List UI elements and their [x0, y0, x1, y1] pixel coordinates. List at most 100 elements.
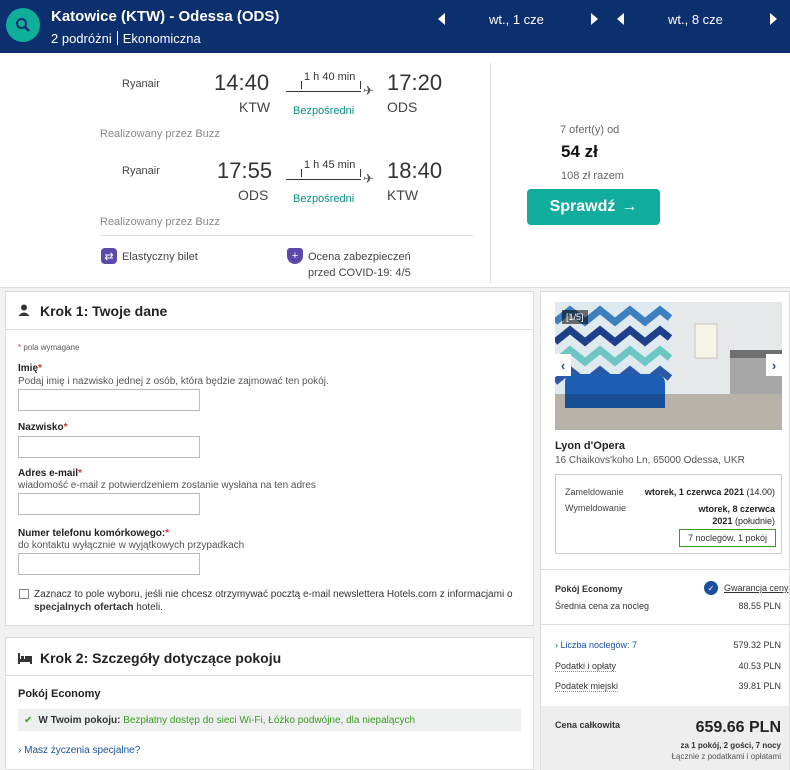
prev-photo-button[interactable]: ‹ — [555, 354, 571, 376]
check-offer-label: Sprawdź — [549, 198, 616, 215]
arrow-right-icon: → — [621, 198, 638, 215]
surname-label: Nazwisko* — [18, 422, 68, 433]
flexible-ticket: Elastyczny bilet — [122, 251, 198, 263]
price-total: 108 zł razem — [561, 170, 624, 182]
operated-by: Realizowany przez Buzz — [100, 216, 220, 228]
next-departure-date-icon[interactable] — [591, 13, 598, 25]
first-name-input[interactable] — [18, 389, 200, 411]
prev-departure-date-icon[interactable] — [438, 13, 445, 25]
required-note: * pola wymagane — [18, 343, 80, 352]
departure-airport: ODS — [238, 187, 269, 203]
taxes-label[interactable]: Podatki i opłaty — [555, 661, 617, 672]
hotel-address: 16 Chaikovs'koho Ln, 65000 Odessa, UKR — [555, 455, 745, 466]
avg-price-value: 88.55 PLN — [738, 601, 781, 611]
covid-rating-line1: Ocena zabezpieczeń — [308, 251, 411, 263]
booking-summary-panel: [1/5] ‹ › Lyon d'Opera 16 Chaikovs'koho … — [540, 291, 790, 770]
plane-icon: ✈ — [363, 171, 374, 186]
check-offer-button[interactable]: Sprawdź → — [527, 189, 660, 225]
city-tax-value: 39.81 PLN — [738, 681, 781, 691]
total-price-value: 659.66 PLN — [695, 719, 781, 736]
total-price-label: Cena całkowita — [555, 720, 621, 730]
price-guarantee-link[interactable]: Gwarancja ceny — [724, 583, 789, 593]
departure-time: 17:55 — [217, 158, 273, 183]
checkin-value: wtorek, 1 czerwca 2021 (14.00) — [644, 487, 775, 497]
nights-breakdown-toggle[interactable]: › Liczba noclegów: 7 — [555, 640, 637, 650]
chevron-right-icon: › — [771, 357, 777, 373]
arrival-time: 17:20 — [387, 70, 443, 95]
plane-icon: ✈ — [363, 83, 374, 98]
email-label: Adres e-mail* — [18, 468, 82, 479]
amenities-label: W Twoim pokoju: — [38, 714, 121, 726]
stops-info: Bezpośredni — [293, 105, 355, 117]
departure-airport: KTW — [239, 99, 271, 115]
covid-rating: Ocena zabezpieczeń przed COVID-19: 4/5 — [308, 249, 411, 281]
amenities-list: Bezpłatny dostęp do sieci Wi-Fi, Łóżko p… — [123, 714, 416, 726]
nights-rooms-badge: 7 noclegów, 1 pokój — [679, 529, 776, 547]
shield-icon: + — [287, 248, 303, 264]
stay-dates-box: Zameldowanie wtorek, 1 czerwca 2021 (14.… — [555, 474, 782, 554]
departure-time: 14:40 — [214, 70, 270, 95]
guest-details-form: Krok 1: Twoje dane * pola wymagane Imię*… — [5, 291, 534, 626]
photo-counter: [1/5] — [562, 310, 588, 324]
airline-name: Ryanair — [122, 78, 160, 90]
checkout-label: Wymeldowanie — [565, 503, 626, 513]
flexible-ticket-icon: ⇄ — [101, 248, 117, 264]
city-tax-label[interactable]: Podatek miejski — [555, 681, 619, 692]
first-name-hint: Podaj imię i nazwisko jednej z osób, któ… — [18, 376, 329, 387]
travellers-count: 2 podróżni — [51, 31, 112, 46]
chevron-left-icon: ‹ — [560, 357, 566, 373]
cabin-class: Ekonomiczna — [122, 31, 201, 46]
hotel-photo: [1/5] ‹ › — [555, 302, 782, 430]
special-requests-link[interactable]: › Masz życzenia specjalne? — [18, 745, 140, 756]
taxes-value: 40.53 PLN — [738, 661, 781, 671]
phone-input[interactable] — [18, 553, 200, 575]
newsletter-optout-checkbox[interactable] — [19, 589, 29, 599]
travellers-cabin[interactable]: 2 podróżni Ekonomiczna — [51, 31, 201, 46]
nights-price-value: 579.32 PLN — [733, 640, 781, 650]
price-guarantee-icon: ✓ — [704, 581, 718, 595]
person-icon — [18, 304, 30, 319]
surname-input[interactable] — [18, 436, 200, 458]
step2-title: Krok 2: Szczegóły dotyczące pokoju — [40, 650, 282, 666]
checkout-value: wtorek, 8 czerwca 2021 (południe) — [698, 504, 775, 526]
chevron-right-icon: › — [18, 745, 22, 756]
price-from: 54 zł — [561, 142, 598, 161]
avg-price-label: Średnia cena za nocleg — [555, 601, 650, 611]
newsletter-optout-label: Zaznacz to pole wyboru, jeśli nie chcesz… — [34, 589, 513, 613]
chevron-right-icon: › — [555, 640, 558, 650]
bed-icon — [18, 652, 32, 667]
checkin-label: Zameldowanie — [565, 487, 624, 497]
departure-date[interactable]: wt., 1 cze — [489, 12, 544, 27]
check-icon: ✔ — [24, 714, 33, 726]
arrival-airport: KTW — [387, 187, 419, 203]
room-details-section: Krok 2: Szczegóły dotyczące pokoju Pokój… — [5, 637, 534, 770]
next-photo-button[interactable]: › — [766, 354, 782, 376]
arrival-airport: ODS — [387, 99, 418, 115]
flight-duration: 1 h 45 min — [304, 159, 356, 171]
search-summary-bar: Katowice (KTW) - Odessa (ODS) 2 podróżni… — [0, 0, 790, 53]
hotel-name: Lyon d'Opera — [555, 440, 626, 452]
step1-title: Krok 1: Twoje dane — [40, 303, 168, 319]
phone-hint: do kontaktu wyłącznie w wyjątkowych przy… — [18, 540, 245, 551]
email-hint: wiadomość e-mail z potwierdzeniem zostan… — [18, 480, 316, 491]
offers-count: 7 ofert(y) od — [560, 124, 620, 136]
stops-info: Bezpośredni — [293, 193, 355, 205]
next-return-date-icon[interactable] — [770, 13, 777, 25]
flight-duration: 1 h 40 min — [304, 71, 356, 83]
room-amenities: ✔ W Twoim pokoju: Bezpłatny dostęp do si… — [18, 709, 521, 731]
return-date[interactable]: wt., 8 cze — [668, 12, 723, 27]
prev-return-date-icon[interactable] — [617, 13, 624, 25]
arrival-time: 18:40 — [387, 158, 443, 183]
route-title[interactable]: Katowice (KTW) - Odessa (ODS) — [51, 8, 279, 25]
room-type: Pokój Economy — [555, 584, 623, 594]
covid-rating-line2: przed COVID-19: 4/5 — [308, 267, 411, 279]
flight-result-card: Ryanair 14:40 KTW 1 h 40 min ✈ Bezpośred… — [0, 53, 790, 288]
phone-label: Numer telefonu komórkowego:* — [18, 528, 170, 539]
total-price-band: Cena całkowita 659.66 PLN za 1 pokój, 2 … — [541, 706, 789, 770]
email-input[interactable] — [18, 493, 200, 515]
search-button[interactable] — [6, 8, 40, 42]
total-price-note: Łącznie z podatkami i opłatami — [671, 752, 781, 761]
hotel-room-image — [555, 302, 782, 430]
room-name: Pokój Economy — [18, 688, 101, 700]
operated-by: Realizowany przez Buzz — [100, 128, 220, 140]
